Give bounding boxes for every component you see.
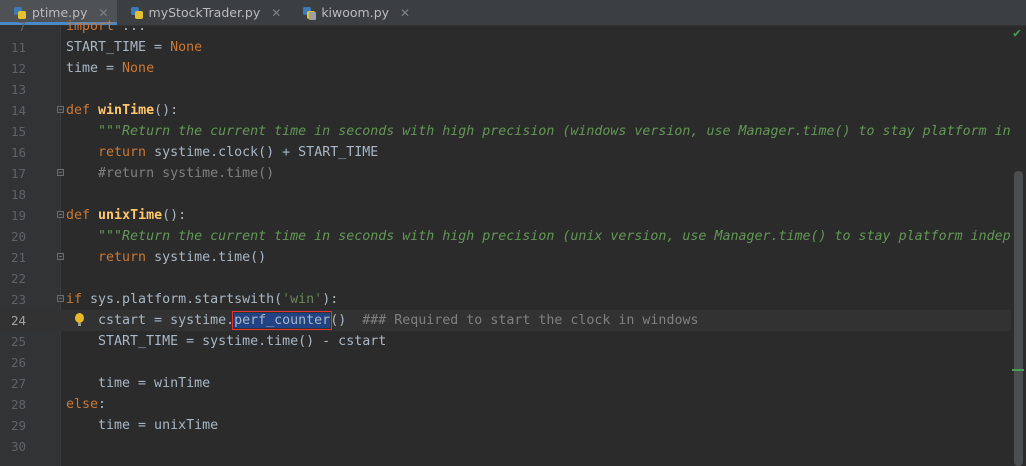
code-text: else:: [66, 397, 107, 412]
code-text: return systime.clock() + START_TIME: [98, 145, 379, 160]
code-line[interactable]: 25 START_TIME = systime.time() - cstart: [0, 331, 1011, 352]
change-marker: [1012, 369, 1024, 371]
line-number: 19: [10, 208, 26, 223]
inspection-ok-icon[interactable]: ✔: [1013, 26, 1021, 41]
code-line[interactable]: 30: [0, 436, 1011, 457]
code-line[interactable]: 11 START_TIME = None: [0, 37, 1011, 58]
line-number: 23: [10, 292, 26, 307]
code-text: time = unixTime: [66, 418, 219, 433]
line-number: 7: [18, 19, 26, 34]
code-text: time = None: [66, 61, 155, 76]
line-number: 18: [10, 187, 26, 202]
fold-icon[interactable]: [57, 211, 64, 218]
code-line[interactable]: 26: [0, 352, 1011, 373]
code-line[interactable]: 22: [0, 268, 1011, 289]
line-number: 30: [10, 439, 26, 454]
line-number: 12: [10, 61, 26, 76]
code-text: import ...: [66, 19, 147, 34]
code-line[interactable]: 14 def winTime():: [0, 100, 1011, 121]
code-text: """Return the current time in seconds wi…: [98, 229, 1026, 244]
code-text: time = winTime: [66, 376, 211, 391]
code-text: """Return the current time in seconds wi…: [98, 124, 1026, 139]
code-text: #return systime.time(): [98, 166, 275, 181]
code-line[interactable]: 27 time = winTime: [0, 373, 1011, 394]
line-number: 21: [10, 250, 26, 265]
line-number: 29: [10, 418, 26, 433]
code-text: return systime.time(): [98, 250, 267, 265]
line-number: 24: [10, 313, 26, 328]
line-number: 25: [10, 334, 26, 349]
code-line[interactable]: 24 cstart = systime.perf_counter() ### R…: [0, 310, 1011, 331]
code-line[interactable]: 23 if sys.platform.startswith('win'):: [0, 289, 1011, 310]
code-line[interactable]: 7 import ...: [0, 16, 1011, 37]
code-text: if sys.platform.startswith('win'):: [66, 292, 339, 307]
fold-icon[interactable]: [57, 106, 64, 113]
code-line[interactable]: 29 time = unixTime: [0, 415, 1011, 436]
code-line[interactable]: 17 #return systime.time(): [0, 163, 1011, 184]
code-text: START_TIME = systime.time() - cstart: [66, 334, 387, 349]
code-line[interactable]: 20 """Return the current time in seconds…: [0, 226, 1026, 247]
line-number: 14: [10, 103, 26, 118]
line-number: 27: [10, 376, 26, 391]
line-number: 26: [10, 355, 26, 370]
vertical-scrollbar[interactable]: [1011, 26, 1026, 466]
fold-icon[interactable]: [57, 253, 64, 260]
code-line[interactable]: 18: [0, 184, 1011, 205]
code-line[interactable]: 12 time = None: [0, 58, 1011, 79]
code-text: def winTime():: [66, 103, 179, 118]
code-text: cstart = systime.perf_counter() ### Requ…: [66, 311, 699, 330]
code-line[interactable]: 21 return systime.time(): [0, 247, 1011, 268]
selected-text[interactable]: perf_counter: [232, 311, 333, 330]
code-line[interactable]: 13: [0, 79, 1011, 100]
line-number: 16: [10, 145, 26, 160]
fold-icon[interactable]: [57, 295, 64, 302]
scrollbar-thumb[interactable]: [1014, 171, 1023, 466]
code-line[interactable]: 19 def unixTime():: [0, 205, 1011, 226]
fold-icon[interactable]: [57, 169, 64, 176]
code-line[interactable]: 15 """Return the current time in seconds…: [0, 121, 1026, 142]
line-number: 11: [10, 40, 26, 55]
line-number: 17: [10, 166, 26, 181]
code-text: START_TIME = None: [66, 40, 203, 55]
line-number: 13: [10, 82, 26, 97]
line-number: 20: [10, 229, 26, 244]
code-line[interactable]: 28 else:: [0, 394, 1011, 415]
line-number: 15: [10, 124, 26, 139]
code-text: def unixTime():: [66, 208, 187, 223]
line-number: 28: [10, 397, 26, 412]
line-number: 22: [10, 271, 26, 286]
code-line[interactable]: 16 return systime.clock() + START_TIME: [0, 142, 1011, 163]
